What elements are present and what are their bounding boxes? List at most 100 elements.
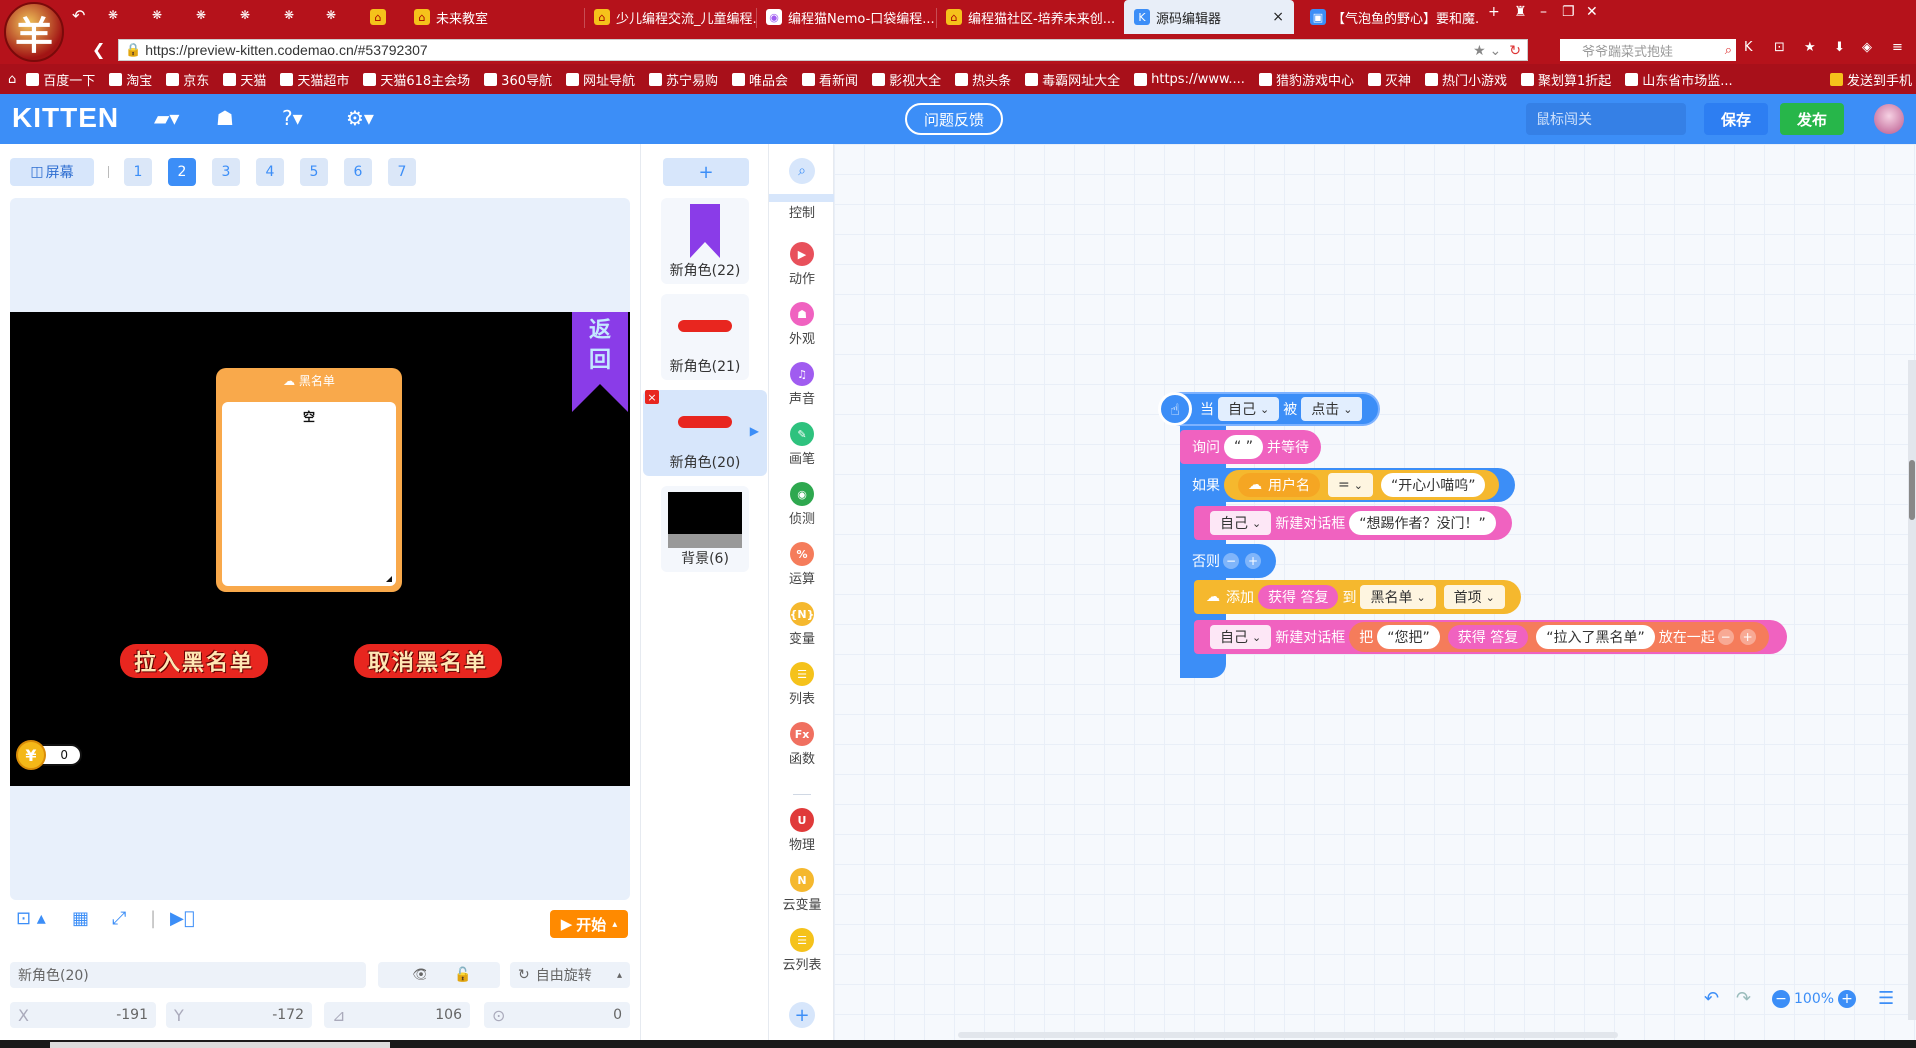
- join-operator[interactable]: 把 “您把” 获得 答复 “拉入了黑名单” 放在一起 − +: [1349, 622, 1769, 652]
- bookmark-item[interactable]: 毒霸网址大全: [1025, 70, 1120, 89]
- stage-canvas[interactable]: 返 回 ☁ 黑名单 空 拉入黑名单 取消黑名单 ¥ 0: [10, 312, 630, 786]
- event-dropdown[interactable]: 点击: [1301, 397, 1363, 421]
- bookmark-item[interactable]: 山东省市场监...: [1625, 70, 1733, 89]
- category-cloud-variable[interactable]: N 云变量: [769, 868, 835, 918]
- category-cloud-list[interactable]: ☰ 云列表: [769, 928, 835, 978]
- horizontal-scrollbar[interactable]: [958, 1032, 1618, 1038]
- category-operator[interactable]: % 运算: [769, 542, 835, 592]
- category-pen[interactable]: ✎ 画笔: [769, 422, 835, 472]
- stage-size-icon[interactable]: ⊡ ▴: [16, 908, 46, 929]
- rotation-select[interactable]: ↻ 自由旋转 ▴: [510, 962, 630, 988]
- scene-button-4[interactable]: 4: [256, 158, 284, 186]
- pinned-tab-icon[interactable]: ❋: [284, 8, 294, 22]
- browser-logo[interactable]: 羊: [4, 2, 64, 62]
- ask-text-input[interactable]: “ ”: [1224, 435, 1263, 459]
- equals-condition[interactable]: ☁ 用户名 = “开心小喵呜”: [1224, 470, 1500, 500]
- bookmark-item[interactable]: 京东: [166, 70, 209, 89]
- gear-icon[interactable]: ⚙▾: [346, 106, 374, 130]
- sprite-card[interactable]: 背景(6): [661, 486, 749, 572]
- feedback-button[interactable]: 问题反馈: [905, 103, 1003, 135]
- download-icon[interactable]: ⬇: [1834, 40, 1845, 55]
- join-text-input[interactable]: “您把”: [1377, 625, 1440, 649]
- grid-icon[interactable]: ▦: [72, 908, 89, 929]
- target-dropdown[interactable]: 自己: [1210, 625, 1272, 649]
- add-sprite-button[interactable]: +: [663, 158, 749, 186]
- save-button[interactable]: 保存: [1704, 103, 1768, 135]
- add-to-list-block[interactable]: ☁ 添加 获得 答复 到 黑名单 首项: [1194, 580, 1521, 614]
- position-dropdown[interactable]: 首项: [1443, 585, 1505, 609]
- ask-and-wait-block[interactable]: 询问 “ ” 并等待: [1180, 430, 1321, 464]
- bookmark-item[interactable]: 百度一下: [26, 70, 95, 89]
- browser-search-input[interactable]: 爷爷踹菜式抱娃 ⌕: [1560, 39, 1736, 61]
- return-ribbon-sprite[interactable]: 返 回: [572, 312, 628, 412]
- sprite-card-selected[interactable]: × ▶ 新角色(20): [643, 390, 767, 476]
- bookmark-item[interactable]: 苏宁易购: [649, 70, 718, 89]
- new-dialog-block[interactable]: 自己 新建对话框 “想踢作者？没门！”: [1194, 506, 1512, 540]
- redo-icon[interactable]: ↷: [1736, 988, 1751, 1009]
- add-to-blacklist-button[interactable]: 拉入黑名单: [120, 644, 268, 678]
- resize-handle[interactable]: [386, 576, 392, 582]
- operator-dropdown[interactable]: =: [1328, 473, 1373, 497]
- bookmark-item[interactable]: 淘宝: [109, 70, 152, 89]
- pinned-tab-icon[interactable]: ❋: [240, 8, 250, 22]
- game-icon[interactable]: ◈: [1862, 40, 1872, 55]
- cloud-variable-reporter[interactable]: ☁ 用户名: [1238, 473, 1320, 497]
- bookmark-item[interactable]: 天猫超市: [280, 70, 349, 89]
- screen-toggle-button[interactable]: ◫ 屏幕: [10, 158, 94, 186]
- bookmark-item[interactable]: 看新闻: [802, 70, 858, 89]
- tab-nemo[interactable]: ◉ 编程猫Nemo-口袋编程... ×: [756, 0, 936, 34]
- tab-pinned-hat[interactable]: ⌂: [360, 0, 400, 34]
- category-list[interactable]: ☰ 列表: [769, 662, 835, 712]
- scene-button-2[interactable]: 2: [168, 158, 196, 186]
- lock-toggle[interactable]: 🔓: [426, 962, 500, 988]
- category-physics[interactable]: U 物理: [769, 808, 835, 858]
- close-icon[interactable]: ×: [1266, 9, 1284, 25]
- help-icon[interactable]: ?▾: [282, 106, 303, 130]
- extension-lock-icon[interactable]: ⊡: [1774, 40, 1785, 55]
- preview-icon[interactable]: ▶⃞: [170, 908, 195, 929]
- plus-icon[interactable]: +: [1739, 629, 1756, 645]
- sprite-card[interactable]: 新角色(21): [661, 294, 749, 380]
- chevron-right-icon[interactable]: ▶: [750, 424, 759, 438]
- bookmark-item[interactable]: 天猫: [223, 70, 266, 89]
- home-icon[interactable]: ⌂: [8, 72, 16, 87]
- minus-icon[interactable]: −: [1717, 629, 1734, 645]
- close-window-icon[interactable]: ✕: [1586, 4, 1598, 20]
- pinned-tab-icon[interactable]: ❋: [152, 8, 162, 22]
- category-sound[interactable]: ♫ 声音: [769, 362, 835, 412]
- send-to-phone[interactable]: 发送到手机: [1829, 70, 1912, 89]
- vertical-scrollbar[interactable]: [1908, 360, 1916, 1020]
- join-text-input[interactable]: “拉入了黑名单”: [1536, 625, 1655, 649]
- search-icon[interactable]: ⌕: [789, 158, 815, 184]
- minus-icon[interactable]: −: [1223, 553, 1239, 569]
- sprite-card[interactable]: 新角色(22): [661, 198, 749, 284]
- minimize-icon[interactable]: –: [1540, 4, 1547, 20]
- remove-from-blacklist-button[interactable]: 取消黑名单: [354, 644, 502, 678]
- tab-kitten-editor[interactable]: K 源码编辑器 ×: [1124, 0, 1294, 34]
- maximize-icon[interactable]: ❐: [1562, 4, 1575, 20]
- tab-bubble-fish[interactable]: ▣ 【气泡鱼的野心】要和魔... ×: [1300, 0, 1480, 34]
- zoom-in-icon[interactable]: +: [1838, 990, 1857, 1008]
- bookmark-item[interactable]: 猎豹游戏中心: [1258, 70, 1354, 89]
- pinned-tab-icon[interactable]: ❋: [108, 8, 118, 22]
- bookmark-item[interactable]: 360导航: [484, 70, 552, 89]
- list-dropdown[interactable]: 黑名单: [1360, 585, 1436, 609]
- bookmark-item[interactable]: 聚划算1折起: [1521, 70, 1611, 89]
- scene-button-1[interactable]: 1: [124, 158, 152, 186]
- back-arrow-icon[interactable]: ↶: [72, 6, 85, 25]
- fullscreen-icon[interactable]: ⤢: [112, 908, 126, 929]
- bookmark-item[interactable]: 热门小游戏: [1424, 70, 1507, 89]
- direction-field[interactable]: ⊙ 0: [484, 1002, 630, 1028]
- bookmark-item[interactable]: 影视大全: [872, 70, 941, 89]
- category-looks[interactable]: ☗ 外观: [769, 302, 835, 352]
- category-sensing[interactable]: ◉ 侦测: [769, 482, 835, 532]
- scene-button-7[interactable]: 7: [388, 158, 416, 186]
- url-input[interactable]: 🔒 https://preview-kitten.codemao.cn/#537…: [118, 39, 1528, 61]
- back-icon[interactable]: ❮: [92, 40, 105, 59]
- pinned-tab-icon[interactable]: ❋: [326, 8, 336, 22]
- bookmark-item[interactable]: 灭神: [1367, 70, 1411, 89]
- backpack-icon[interactable]: ☗: [216, 106, 234, 130]
- star-icon[interactable]: ★ ⌄: [1473, 42, 1509, 59]
- scene-button-6[interactable]: 6: [344, 158, 372, 186]
- publish-button[interactable]: 发布: [1780, 103, 1844, 135]
